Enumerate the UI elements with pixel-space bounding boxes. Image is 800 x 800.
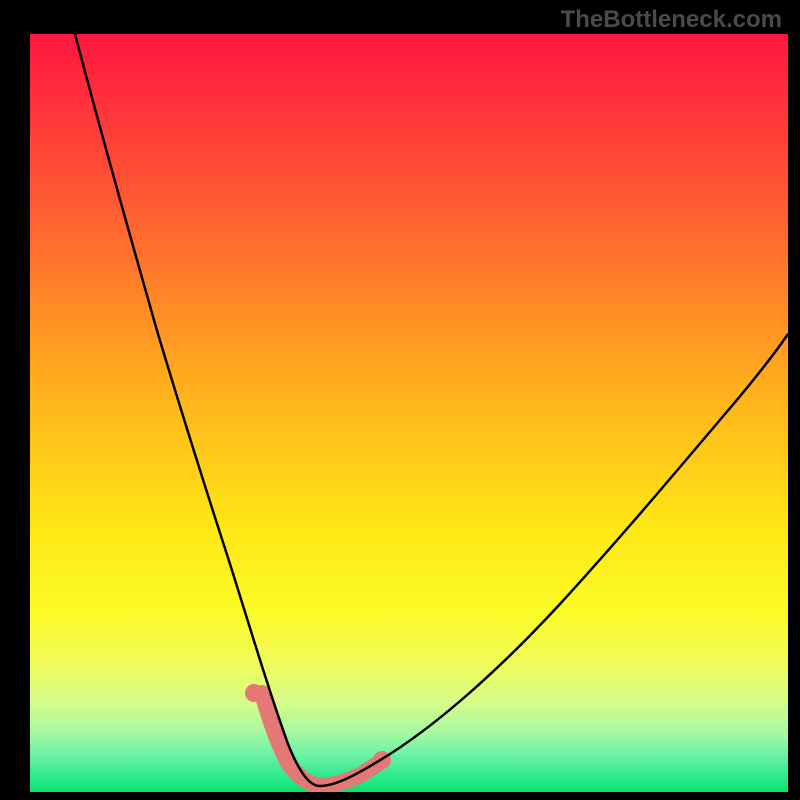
watermark-text: TheBottleneck.com [561,6,782,34]
chart-frame [30,34,788,792]
gradient-background [30,34,788,792]
